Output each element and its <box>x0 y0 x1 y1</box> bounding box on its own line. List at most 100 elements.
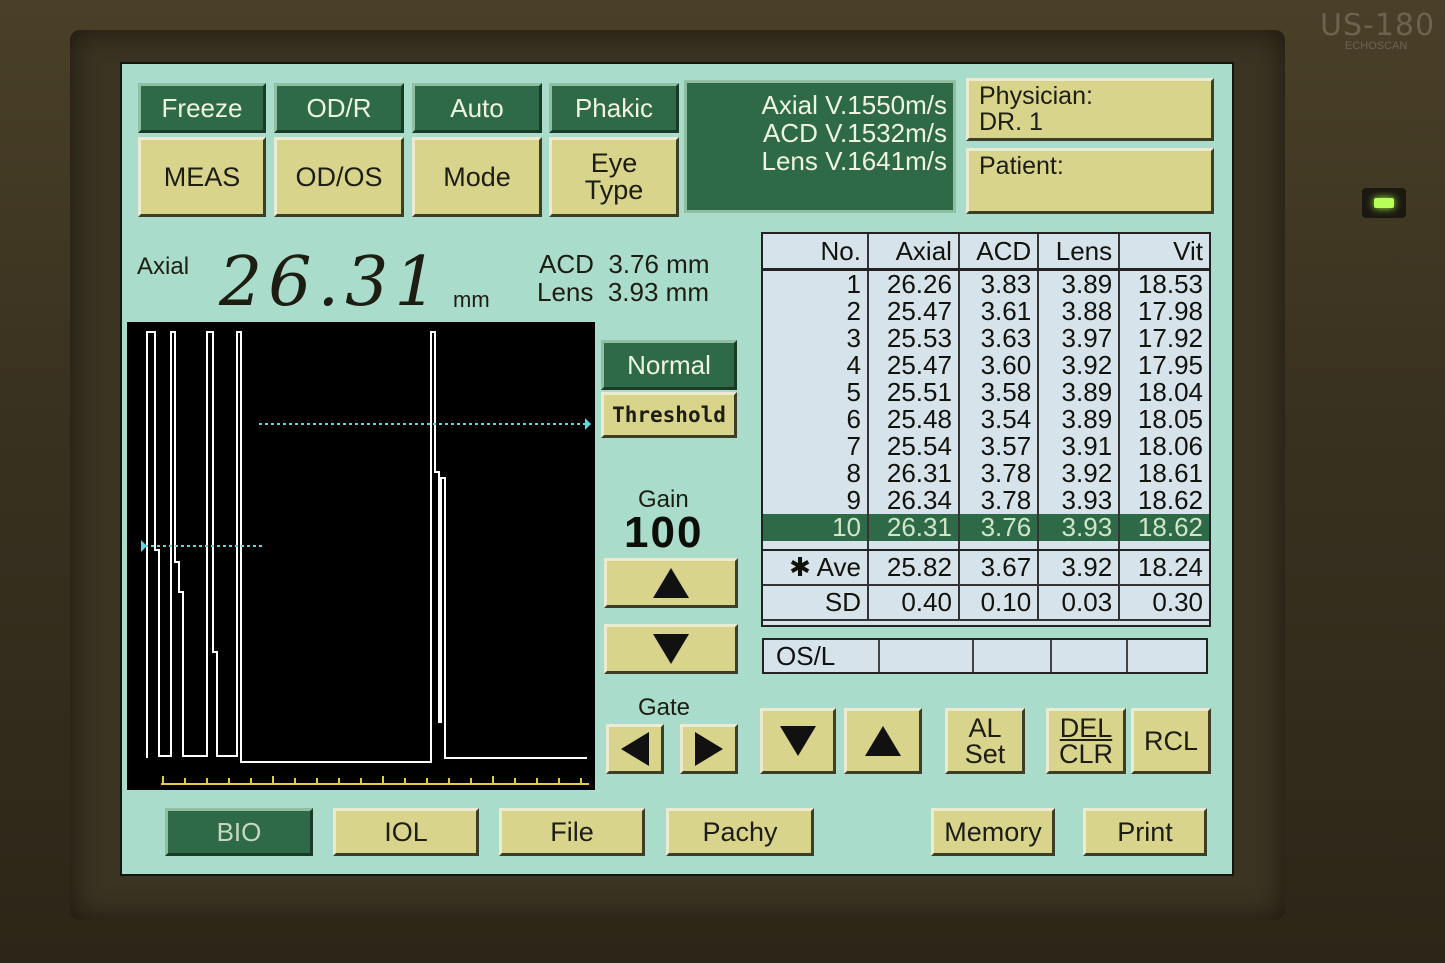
table-row[interactable]: 3 25.53 3.63 3.97 17.92 <box>763 325 1209 352</box>
al-set-button[interactable]: AL Set <box>945 708 1025 774</box>
eye-summary-row: OS/L <box>762 638 1208 674</box>
cell-lens: 3.89 <box>1037 269 1120 298</box>
cell-lens: 3.92 <box>1037 352 1120 379</box>
physician-field[interactable]: Physician: DR. 1 <box>966 78 1214 141</box>
col-no: No. <box>763 234 868 271</box>
iol-tab[interactable]: IOL <box>333 808 479 856</box>
acd-velocity: ACD V.1532m/s <box>762 118 947 148</box>
average-row: ✱ Ave 25.82 3.67 3.92 18.24 <box>763 550 1209 586</box>
cell-vit: 18.53 <box>1118 269 1209 298</box>
axial-label: Axial <box>137 253 190 280</box>
arrow-down-icon <box>780 726 816 756</box>
gate-right-button[interactable] <box>680 724 738 774</box>
memory-button[interactable]: Memory <box>931 808 1055 856</box>
patient-field[interactable]: Patient: <box>966 148 1214 214</box>
eye-type-button[interactable]: Eye Type <box>549 137 679 217</box>
cell-lens: 3.93 <box>1037 487 1120 514</box>
table-row[interactable]: 8 26.31 3.78 3.92 18.61 <box>763 460 1209 487</box>
mode-button[interactable]: Mode <box>412 137 542 217</box>
cell-acd: 3.60 <box>957 352 1039 379</box>
sd-acd: 0.10 <box>957 585 1039 621</box>
row-up-button[interactable] <box>844 708 922 774</box>
phakic-indicator: Phakic <box>549 83 679 133</box>
cell-vit: 18.62 <box>1118 487 1209 514</box>
cell-axial: 26.34 <box>867 487 959 514</box>
eye-label: OS/L <box>776 641 836 671</box>
bio-tab[interactable]: BIO <box>165 808 313 856</box>
cell-axial: 25.48 <box>867 406 959 433</box>
cell-vit: 18.06 <box>1118 433 1209 460</box>
normal-button[interactable]: Normal <box>601 340 737 390</box>
cell-axial: 25.51 <box>867 379 959 406</box>
acd-label: ACD <box>539 249 594 279</box>
ave-axial: 25.82 <box>867 550 959 586</box>
row-down-button[interactable] <box>760 708 836 774</box>
print-button[interactable]: Print <box>1083 808 1207 856</box>
col-acd: ACD <box>957 234 1039 271</box>
eye-type-line2: Type <box>584 175 644 205</box>
gain-up-button[interactable] <box>604 558 738 608</box>
meas-button[interactable]: MEAS <box>138 137 266 217</box>
table-row[interactable]: 6 25.48 3.54 3.89 18.05 <box>763 406 1209 433</box>
physician-value: DR. 1 <box>979 108 1043 136</box>
acd-value: 3.76 mm <box>608 249 710 279</box>
cell-axial: 25.53 <box>867 325 959 352</box>
eye-cell-axial <box>878 640 972 672</box>
cell-no: 8 <box>846 458 861 488</box>
ave-lens: 3.92 <box>1037 550 1120 586</box>
cell-acd: 3.58 <box>957 379 1039 406</box>
auto-indicator: Auto <box>412 83 542 133</box>
pachy-tab[interactable]: Pachy <box>666 808 814 856</box>
arrow-left-icon <box>621 732 649 766</box>
cell-no: 3 <box>846 323 861 353</box>
table-row[interactable]: 2 25.47 3.61 3.88 17.98 <box>763 298 1209 325</box>
rcl-button[interactable]: RCL <box>1131 708 1211 774</box>
cell-no: 6 <box>846 404 861 434</box>
od-os-button[interactable]: OD/OS <box>274 137 404 217</box>
cell-acd: 3.61 <box>957 298 1039 325</box>
table-row[interactable]: 9 26.34 3.78 3.93 18.62 <box>763 487 1209 514</box>
eye-cell-lens <box>1050 640 1126 672</box>
file-tab[interactable]: File <box>499 808 645 856</box>
cell-axial: 26.31 <box>867 460 959 487</box>
table-header: No. Axial ACD Lens Vit <box>763 234 1209 271</box>
cell-no: 9 <box>846 485 861 515</box>
del-clr-button[interactable]: DEL CLR <box>1046 708 1126 774</box>
al-set-line2: Set <box>964 739 1006 769</box>
axial-velocity: Axial V.1550m/s <box>761 90 947 120</box>
gate-left-button[interactable] <box>606 724 664 774</box>
axial-unit: mm <box>453 287 490 312</box>
cell-acd: 3.76 <box>957 514 1039 541</box>
freeze-button[interactable]: Freeze <box>138 83 266 133</box>
table-row[interactable]: 1 26.26 3.83 3.89 18.53 <box>763 269 1209 298</box>
threshold-button[interactable]: Threshold <box>601 392 737 438</box>
acd-readout: ACD 3.76 mm <box>539 249 710 280</box>
col-axial: Axial <box>867 234 959 271</box>
sd-row: SD 0.40 0.10 0.03 0.30 <box>763 585 1209 621</box>
cell-no: 4 <box>846 350 861 380</box>
velocity-panel: Axial V.1550m/s ACD V.1532m/s Lens V.164… <box>684 80 956 213</box>
cell-lens: 3.88 <box>1037 298 1120 325</box>
cell-acd: 3.54 <box>957 406 1039 433</box>
cell-acd: 3.57 <box>957 433 1039 460</box>
table-row[interactable]: 7 25.54 3.57 3.91 18.06 <box>763 433 1209 460</box>
cell-acd: 3.63 <box>957 325 1039 352</box>
col-vit: Vit <box>1118 234 1209 271</box>
sd-lens: 0.03 <box>1037 585 1120 621</box>
table-row[interactable]: 5 25.51 3.58 3.89 18.04 <box>763 379 1209 406</box>
table-separator <box>763 541 1209 551</box>
scale-ticks <box>162 776 582 784</box>
od-r-indicator: OD/R <box>274 83 404 133</box>
a-scan-display <box>127 322 595 790</box>
cell-lens: 3.93 <box>1037 514 1120 541</box>
cell-vit: 18.61 <box>1118 460 1209 487</box>
cell-acd: 3.78 <box>957 460 1039 487</box>
cell-axial: 25.54 <box>867 433 959 460</box>
cell-no: 7 <box>846 431 861 461</box>
ave-label: ✱ Ave <box>763 550 868 586</box>
gain-down-button[interactable] <box>604 624 738 674</box>
arrow-down-icon <box>653 634 689 664</box>
cell-lens: 3.89 <box>1037 379 1120 406</box>
table-row[interactable]: 4 25.47 3.60 3.92 17.95 <box>763 352 1209 379</box>
table-row-selected[interactable]: 10 26.31 3.76 3.93 18.62 <box>763 514 1209 541</box>
